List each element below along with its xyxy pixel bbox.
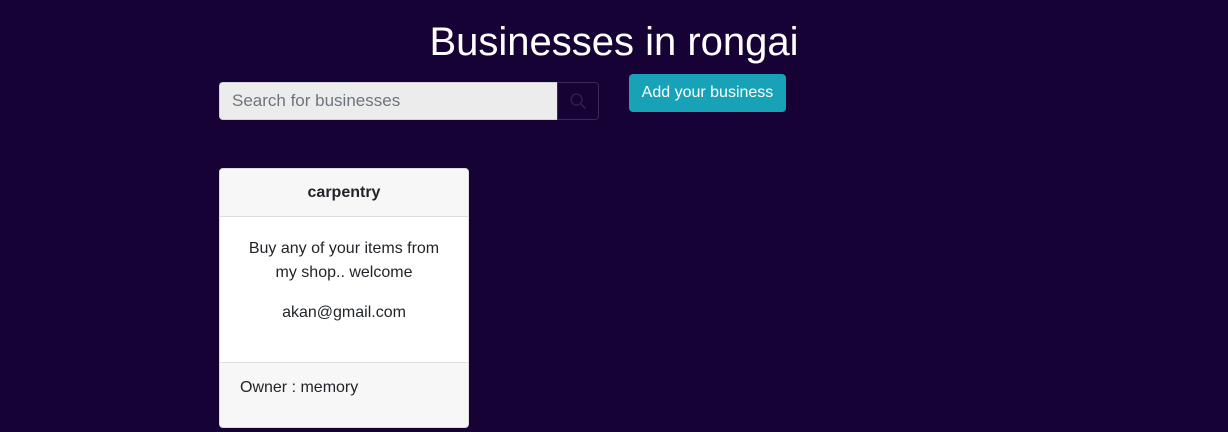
add-business-button[interactable]: Add your business <box>629 74 786 112</box>
business-description: Buy any of your items from my shop.. wel… <box>248 240 440 281</box>
page-title: Businesses in rongai <box>429 20 799 64</box>
page: Businesses in rongai Add your business c… <box>0 0 1228 432</box>
business-card[interactable]: carpentry Buy any of your items from my … <box>219 168 469 428</box>
search-bar <box>219 82 599 120</box>
business-email: akan@gmail.com <box>282 304 406 321</box>
business-card-body: Buy any of your items from my shop.. wel… <box>220 217 468 362</box>
search-input[interactable] <box>219 82 557 120</box>
search-icon <box>569 92 587 110</box>
business-owner: Owner : memory <box>220 362 468 427</box>
business-name: carpentry <box>220 169 468 217</box>
search-button[interactable] <box>557 82 599 120</box>
